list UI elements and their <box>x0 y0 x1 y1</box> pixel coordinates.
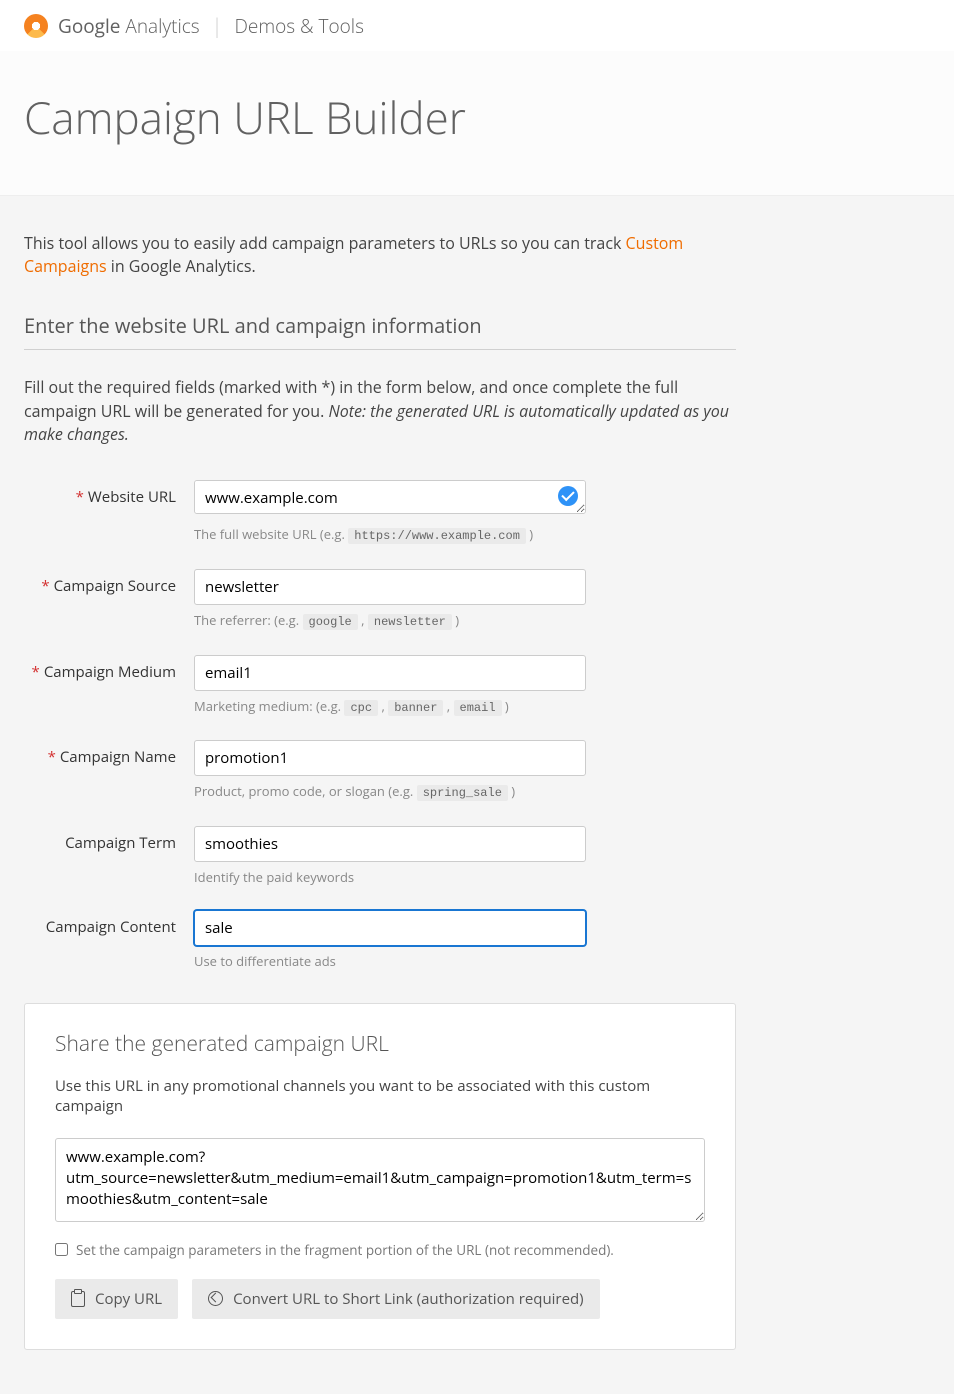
campaign-name-label: *Campaign Name <box>24 740 194 767</box>
campaign-medium-label: *Campaign Medium <box>24 655 194 682</box>
campaign-medium-hint: Marketing medium: (e.g. cpc , banner , e… <box>194 697 586 717</box>
ga-logo-icon <box>24 14 48 38</box>
campaign-source-hint: The referrer: (e.g. google , newsletter … <box>194 611 586 631</box>
section-heading: Enter the website URL and campaign infor… <box>24 312 736 350</box>
brand-text: Google Analytics <box>58 13 200 39</box>
website-url-label: *Website URL <box>24 480 194 507</box>
convert-short-link-button[interactable]: Convert URL to Short Link (authorization… <box>192 1279 600 1319</box>
intro-text: This tool allows you to easily add campa… <box>24 232 736 278</box>
brand-separator: | <box>212 12 223 39</box>
app-header: Google Analytics | Demos & Tools <box>0 0 954 51</box>
website-url-input[interactable] <box>194 480 586 514</box>
share-desc: Use this URL in any promotional channels… <box>55 1076 705 1116</box>
clipboard-icon <box>71 1291 85 1307</box>
campaign-term-label: Campaign Term <box>24 826 194 853</box>
campaign-content-input[interactable] <box>194 910 586 946</box>
campaign-content-label: Campaign Content <box>24 910 194 937</box>
campaign-name-input[interactable] <box>194 740 586 776</box>
page-title: Campaign URL Builder <box>24 87 930 147</box>
instructions-text: Fill out the required fields (marked wit… <box>24 376 736 446</box>
fragment-checkbox-label: Set the campaign parameters in the fragm… <box>76 1241 614 1259</box>
campaign-source-input[interactable] <box>194 569 586 605</box>
fragment-checkbox[interactable] <box>55 1243 68 1256</box>
campaign-name-hint: Product, promo code, or slogan (e.g. spr… <box>194 782 586 802</box>
checkmark-icon <box>558 486 578 506</box>
share-box: Share the generated campaign URL Use thi… <box>24 1003 736 1350</box>
generated-url-textarea[interactable] <box>55 1138 705 1222</box>
title-area: Campaign URL Builder <box>0 51 954 196</box>
campaign-medium-input[interactable] <box>194 655 586 691</box>
copy-url-button[interactable]: Copy URL <box>55 1279 178 1319</box>
campaign-source-label: *Campaign Source <box>24 569 194 596</box>
share-title: Share the generated campaign URL <box>55 1030 705 1058</box>
brand-subtitle: Demos & Tools <box>234 13 363 39</box>
link-icon <box>208 1291 223 1306</box>
website-url-hint: The full website URL (e.g. https://www.e… <box>194 525 586 545</box>
campaign-term-hint: Identify the paid keywords <box>194 868 586 886</box>
campaign-term-input[interactable] <box>194 826 586 862</box>
campaign-content-hint: Use to differentiate ads <box>194 952 586 970</box>
